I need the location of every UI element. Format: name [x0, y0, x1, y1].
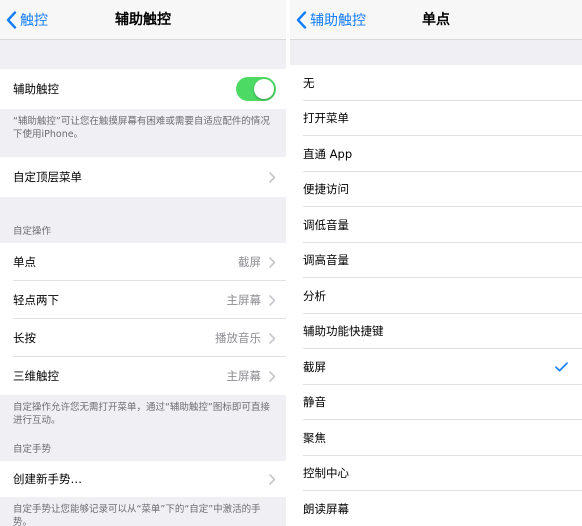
option-row[interactable]: 控制中心	[290, 455, 582, 491]
option-label: 辅助功能快捷键	[303, 324, 384, 339]
chevron-right-icon	[269, 370, 276, 382]
action-options-list: 无打开菜单直通 App 便捷访问调低音量调高音量分析辅助功能快捷键 截屏静音聚焦控制…	[290, 65, 582, 526]
option-label: 直通 App	[303, 146, 353, 161]
option-label: 朗读屏幕	[303, 501, 349, 516]
option-row[interactable]: 便捷访问	[290, 171, 582, 207]
chevron-right-icon	[269, 473, 276, 485]
assistive-touch-pane: 触控 辅助触控 辅助触控 “辅助触控”可让您在触摸屏幕有困难或需要自适应配件的情…	[0, 0, 286, 526]
option-row[interactable]: 截屏	[290, 349, 582, 385]
option-row[interactable]: 辅助功能快捷键	[290, 313, 582, 349]
option-label: 截屏	[303, 359, 326, 374]
option-label: 无	[303, 75, 315, 90]
option-label: 静音	[303, 395, 326, 410]
option-label: 打开菜单	[303, 111, 349, 126]
action-row-single-tap[interactable]: 单点 截屏	[0, 243, 286, 281]
custom-gestures-header: 自定手势	[13, 444, 52, 455]
option-row[interactable]: 聚焦	[290, 420, 582, 456]
chevron-right-icon	[269, 256, 276, 268]
gestures-footer: 自定手势让您能够记录可以从“菜单”下的“自定”中激活的手势。	[13, 504, 261, 526]
chevron-right-icon	[269, 332, 276, 344]
action-row-3d-touch[interactable]: 三维触控 主屏幕	[0, 357, 286, 395]
page-title: 辅助触控	[115, 12, 171, 28]
option-label: 聚焦	[303, 430, 326, 445]
action-row-long-press[interactable]: 长按 播放音乐	[0, 319, 286, 357]
nav-bar: 辅助触控 单点	[290, 0, 582, 40]
customize-top-menu-row[interactable]: 自定顶层菜单	[0, 157, 286, 197]
option-row[interactable]: 朗读屏幕	[290, 491, 582, 526]
option-row[interactable]: 调低音量	[290, 207, 582, 243]
create-new-gesture-row[interactable]: 创建新手势…	[0, 461, 286, 497]
assistive-touch-switch[interactable]	[236, 77, 276, 101]
option-row[interactable]: 分析	[290, 278, 582, 314]
back-button-assistive-touch[interactable]: 辅助触控	[296, 0, 366, 40]
back-label: 辅助触控	[310, 13, 366, 29]
option-label: 控制中心	[303, 466, 349, 481]
single-tap-pane: 辅助触控 单点 无打开菜单直通 App 便捷访问调低音量调高音量分析辅助功能快捷键…	[290, 0, 582, 526]
option-label: 分析	[303, 288, 326, 303]
option-row[interactable]: 直通 App	[290, 136, 582, 172]
toggle-footer: “辅助触控”可让您在触摸屏幕有困难或需要自适应配件的情况下使用iPhone。	[13, 116, 270, 140]
page-title: 单点	[422, 12, 450, 28]
option-label: 便捷访问	[303, 182, 349, 197]
custom-actions-header: 自定操作	[13, 226, 52, 237]
option-label: 调低音量	[303, 217, 349, 232]
option-label: 调高音量	[303, 253, 349, 268]
option-row[interactable]: 打开菜单	[290, 100, 582, 136]
actions-footer: 自定操作允许您无需打开菜单，通过“辅助触控”图标即可直接进行互动。	[13, 402, 270, 426]
assistive-touch-toggle-row: 辅助触控	[0, 69, 286, 109]
action-row-double-tap[interactable]: 轻点两下 主屏幕	[0, 281, 286, 319]
toggle-row-label: 辅助触控	[13, 82, 59, 96]
checkmark-icon	[555, 362, 568, 372]
option-row[interactable]: 无	[290, 65, 582, 101]
option-row[interactable]: 调高音量	[290, 242, 582, 278]
option-row[interactable]: 静音	[290, 384, 582, 420]
chevron-left-icon	[296, 11, 307, 29]
nav-bar: 触控 辅助触控	[0, 0, 286, 40]
chevron-right-icon	[269, 171, 276, 183]
chevron-right-icon	[269, 294, 276, 306]
top-menu-label: 自定顶层菜单	[13, 170, 82, 184]
